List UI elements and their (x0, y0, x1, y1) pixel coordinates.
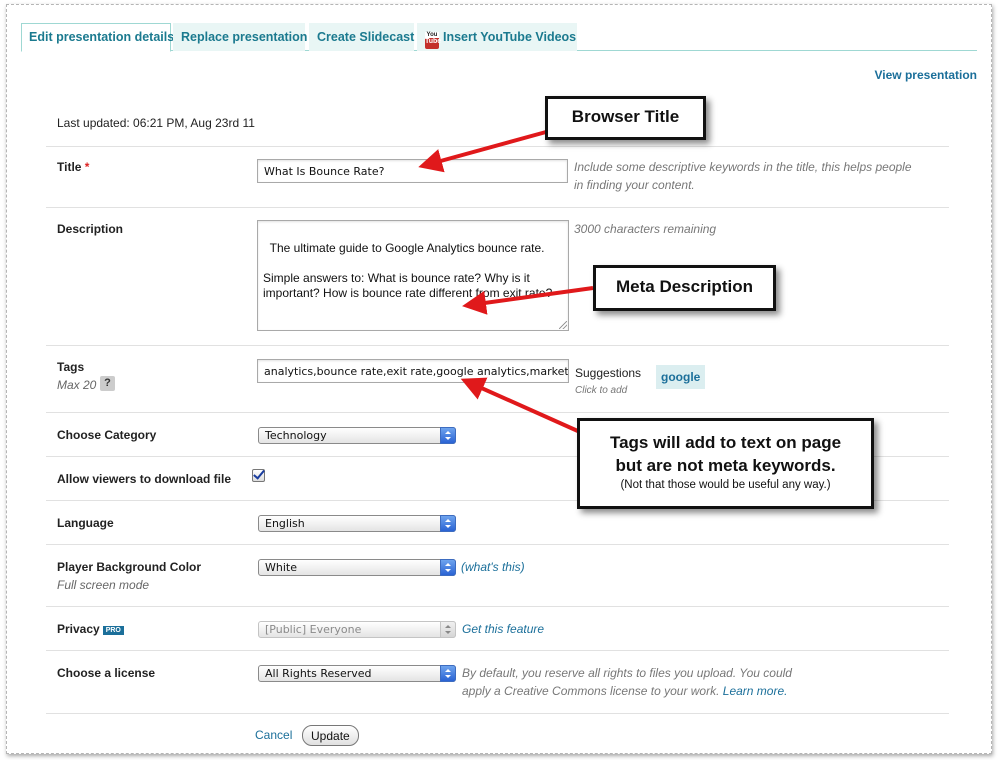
divider (46, 650, 949, 651)
license-label: Choose a license (57, 666, 156, 680)
tab-insert-youtube-label: Insert YouTube Videos (443, 30, 577, 44)
tab-edit-details[interactable]: Edit presentation details (21, 23, 174, 52)
callout-tags-note: Tags will add to text on page but are no… (577, 418, 874, 509)
license-hint: By default, you reserve all rights to fi… (462, 666, 792, 698)
divider (46, 713, 949, 714)
view-presentation-link[interactable]: View presentation (875, 68, 977, 82)
divider (46, 207, 949, 208)
cancel-link[interactable]: Cancel (255, 728, 292, 742)
language-select[interactable]: English (258, 515, 456, 532)
get-feature-link[interactable]: Get this feature (462, 622, 544, 636)
description-textarea[interactable]: The ultimate guide to Google Analytics b… (257, 220, 569, 331)
last-updated-text: Last updated: 06:21 PM, Aug 23rd 11 (57, 116, 255, 130)
resize-handle-icon[interactable] (559, 321, 567, 329)
download-checkbox[interactable] (252, 469, 265, 482)
select-arrows-icon (440, 427, 456, 444)
language-label: Language (57, 516, 114, 530)
tab-replace-presentation[interactable]: Replace presentation (173, 23, 307, 51)
help-icon[interactable]: ? (100, 376, 115, 391)
divider (46, 146, 949, 147)
privacy-select: [Public] Everyone (258, 621, 456, 638)
divider (46, 412, 949, 413)
category-select[interactable]: Technology (258, 427, 456, 444)
select-arrows-icon (440, 559, 456, 576)
category-label: Choose Category (57, 428, 157, 442)
tags-label: Tags (57, 360, 85, 374)
suggestions-label: Suggestions (575, 366, 642, 380)
license-select[interactable]: All Rights Reserved (258, 665, 456, 682)
whats-this-link[interactable]: (what's this) (461, 560, 525, 574)
divider (46, 606, 949, 607)
title-label: Title * (57, 160, 90, 174)
callout-meta-description: Meta Description (593, 265, 776, 311)
description-label: Description (57, 222, 124, 236)
divider (46, 544, 949, 545)
learn-more-link[interactable]: Learn more. (723, 684, 788, 698)
suggestions-hint: Click to add (575, 385, 628, 396)
description-char-count: 3000 characters remaining (574, 222, 717, 236)
pro-badge: PRO (102, 626, 124, 635)
title-input[interactable]: What Is Bounce Rate? (257, 159, 568, 183)
player-bg-sublabel: Full screen mode (57, 578, 150, 592)
select-arrows-icon (440, 665, 456, 682)
divider (46, 345, 949, 346)
tab-create-slidecast[interactable]: Create Slidecast (309, 23, 414, 51)
youtube-icon: Tube (425, 32, 441, 49)
tab-bar: Edit presentation details Replace presen… (21, 21, 977, 52)
title-hint: Include some descriptive keywords in the… (574, 160, 912, 192)
privacy-label: Privacy PRO (57, 622, 124, 636)
tags-max-label: Max 20 (57, 378, 97, 392)
required-mark: * (84, 160, 90, 174)
tags-input[interactable]: analytics,bounce rate,exit rate,google a… (257, 359, 569, 383)
player-bg-select[interactable]: White (258, 559, 456, 576)
select-arrows-icon (440, 621, 456, 638)
select-arrows-icon (440, 515, 456, 532)
tab-insert-youtube[interactable]: TubeInsert YouTube Videos (417, 23, 577, 51)
player-bg-label: Player Background Color (57, 560, 202, 574)
callout-browser-title: Browser Title (545, 96, 706, 140)
suggestion-tag-google[interactable]: google (656, 365, 706, 389)
update-button[interactable]: Update (302, 725, 359, 746)
download-label: Allow viewers to download file (57, 472, 232, 486)
